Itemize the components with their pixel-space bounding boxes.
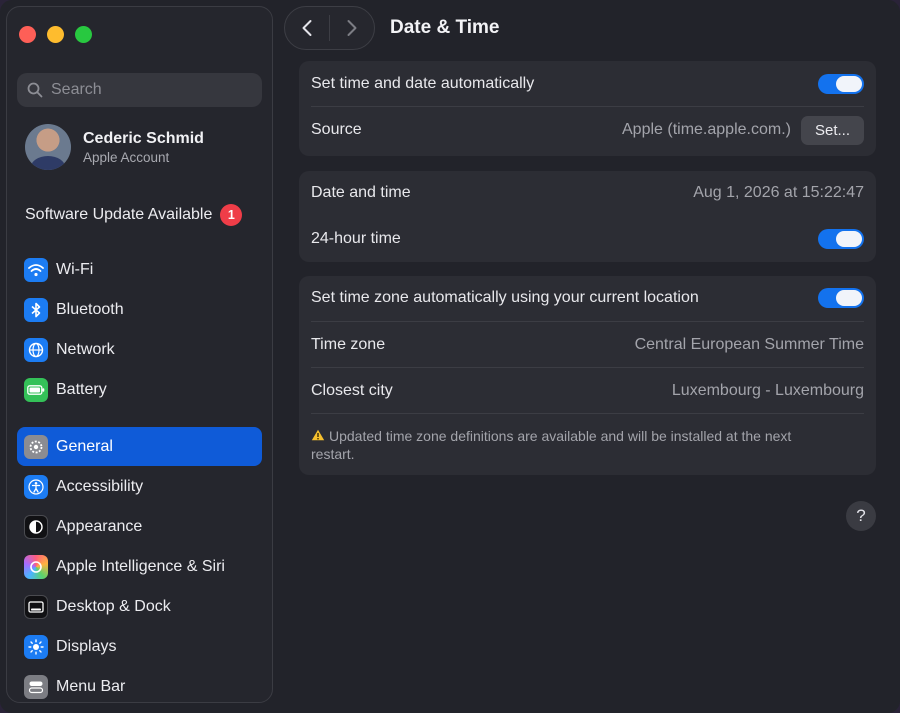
warning-icon [311, 427, 325, 445]
sidebar-item-label: Network [56, 340, 115, 358]
warning-text: Updated time zone definitions are availa… [311, 428, 792, 462]
sidebar-item-wifi[interactable]: Wi-Fi [17, 250, 262, 289]
sidebar-item-label: Accessibility [56, 477, 144, 495]
sidebar: Search Cederic Schmid Apple Account Soft… [6, 6, 273, 703]
sidebar-item-accessibility[interactable]: Accessibility [17, 467, 262, 506]
sidebar-item-battery[interactable]: Battery [17, 370, 262, 409]
sidebar-item-label: General [56, 437, 113, 455]
auto-zone-label: Set time zone automatically using your c… [311, 289, 699, 306]
forward-button[interactable] [330, 7, 374, 49]
date-time-value[interactable]: Aug 1, 2026 at 15:22:47 [693, 184, 864, 202]
profile-subtitle: Apple Account [83, 149, 170, 165]
auto-zone-toggle[interactable] [818, 288, 864, 308]
sidebar-item-desktop-dock[interactable]: Desktop & Dock [17, 587, 262, 626]
sidebar-item-apple-intelligence-siri[interactable]: Apple Intelligence & Siri [17, 547, 262, 586]
source-value: Apple (time.apple.com.) [622, 121, 791, 138]
sidebar-item-general[interactable]: General [17, 427, 262, 466]
back-button[interactable] [285, 7, 329, 49]
time-zone-row: Time zone Central European Summer Time [311, 334, 864, 356]
update-count-badge: 1 [220, 204, 243, 226]
settings-window: Search Cederic Schmid Apple Account Soft… [0, 0, 900, 713]
auto-time-label: Set time and date automatically [311, 74, 535, 92]
closest-city-value: Luxembourg - Luxembourg [671, 382, 864, 399]
sidebar-item-displays[interactable]: Displays [17, 627, 262, 666]
source-label: Source [311, 121, 362, 138]
sidebar-item-bluetooth[interactable]: Bluetooth [17, 290, 262, 329]
navigation-buttons [284, 6, 375, 50]
auto-time-toggle[interactable] [818, 73, 864, 94]
bluetooth-icon [24, 297, 48, 322]
closest-city-row: Closest city Luxembourg - Luxembourg [311, 380, 864, 402]
close-window-button[interactable] [19, 26, 36, 43]
sidebar-item-network[interactable]: Network [17, 330, 262, 369]
hour24-label: 24-hour time [311, 230, 401, 247]
appearance-icon [24, 514, 48, 539]
sidebar-item-label: Appearance [56, 517, 143, 535]
sidebar-item-label: Battery [56, 380, 107, 398]
date-time-group: Date and time Aug 1, 2026 at 15:22:47 24… [299, 171, 876, 262]
account-profile[interactable]: Cederic Schmid Apple Account [25, 124, 204, 170]
search-field[interactable]: Search [17, 73, 262, 107]
chevron-right-icon [347, 20, 357, 36]
date-time-row: Date and time Aug 1, 2026 at 15:22:47 [311, 182, 864, 204]
wifi-icon [24, 257, 48, 282]
profile-name: Cederic Schmid [83, 129, 204, 147]
hour24-toggle[interactable] [818, 229, 864, 249]
sidebar-item-label: Bluetooth [56, 300, 124, 318]
gear-icon [24, 434, 48, 459]
software-update-label: Software Update Available [25, 206, 213, 223]
sidebar-item-appearance[interactable]: Appearance [17, 507, 262, 546]
software-update-item[interactable]: Software Update Available 1 [25, 204, 243, 226]
sidebar-item-label: Desktop & Dock [56, 597, 171, 615]
auto-time-row: Set time and date automatically [311, 71, 864, 96]
help-button[interactable]: ? [846, 501, 876, 531]
accessibility-icon [24, 474, 48, 499]
time-zone-label: Time zone [311, 336, 386, 353]
time-zone-group: Set time zone automatically using your c… [299, 276, 876, 475]
page-title: Date & Time [390, 17, 500, 38]
zoom-window-button[interactable] [75, 26, 92, 43]
date-time-label: Date and time [311, 184, 411, 201]
avatar [25, 124, 71, 170]
sidebar-item-label: Apple Intelligence & Siri [56, 557, 225, 575]
minimize-window-button[interactable] [47, 26, 64, 43]
auto-zone-row: Set time zone automatically using your c… [311, 287, 864, 309]
window-controls [19, 26, 92, 43]
search-icon [27, 82, 43, 98]
source-row: Source Apple (time.apple.com.) Set... [311, 114, 864, 146]
globe-icon [24, 337, 48, 362]
hour24-row: 24-hour time [311, 228, 864, 250]
sidebar-item-label: Displays [56, 637, 117, 655]
sun-icon [24, 634, 48, 659]
chevron-left-icon [302, 20, 312, 36]
search-placeholder: Search [51, 81, 102, 98]
sidebar-item-label: Menu Bar [56, 677, 126, 695]
dock-icon [24, 594, 48, 619]
closest-city-label: Closest city [311, 382, 393, 399]
battery-icon [24, 377, 48, 402]
menubar-icon [24, 674, 48, 699]
sidebar-item-menu-bar[interactable]: Menu Bar [17, 667, 262, 702]
time-zone-warning: Updated time zone definitions are availa… [311, 427, 831, 463]
time-zone-value: Central European Summer Time [634, 336, 864, 353]
sidebar-item-label: Wi-Fi [56, 260, 94, 278]
automatic-time-group: Set time and date automatically Source A… [299, 61, 876, 156]
set-source-button[interactable]: Set... [800, 115, 864, 145]
siri-icon [24, 554, 48, 579]
